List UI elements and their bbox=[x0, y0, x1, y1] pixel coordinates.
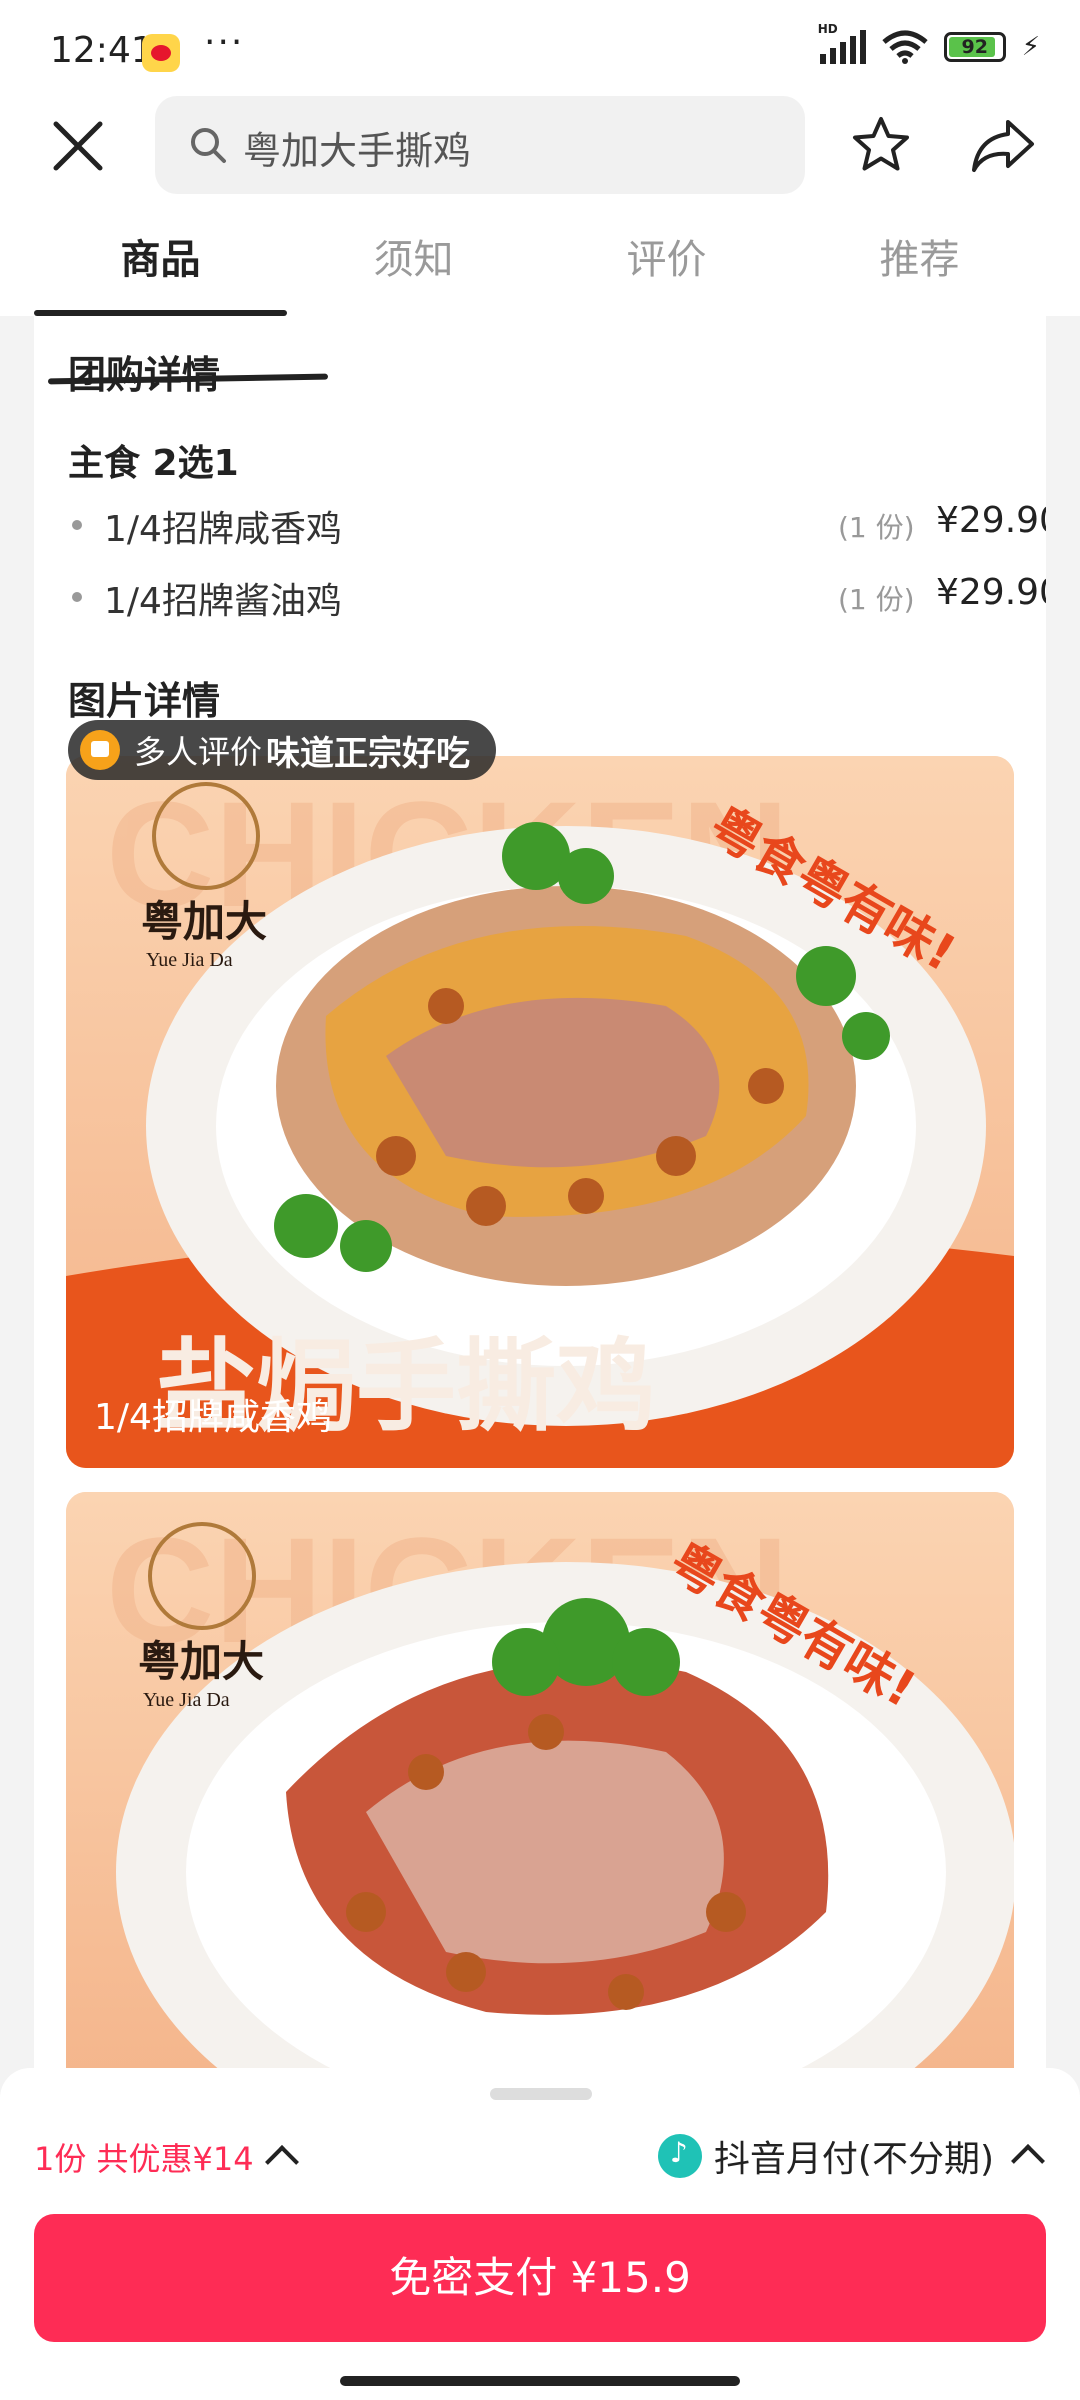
battery-icon: 92 bbox=[943, 32, 1006, 62]
status-time: 12:41 bbox=[50, 30, 154, 71]
weibo-notification-icon bbox=[142, 34, 180, 72]
item-qty: (1 份) bbox=[838, 511, 915, 544]
photo-detail-title: 图片详情 bbox=[68, 679, 221, 723]
item-price: ¥29.90 bbox=[936, 500, 1046, 541]
search-query: 粤加大手撕鸡 bbox=[243, 129, 472, 173]
set-title: 主食 2选1 bbox=[68, 443, 239, 484]
more-notifications-icon: ··· bbox=[204, 22, 245, 63]
status-bar: 12:41 ··· HD 92 ⚡ bbox=[0, 0, 1080, 96]
top-header: 粤加大手撕鸡 bbox=[0, 96, 1080, 206]
brand-name-en: Yue Jia Da bbox=[143, 1689, 230, 1711]
food-image: CHICKEN 粤加大 Yue Jia Da 粤食粤有味! bbox=[66, 1492, 1014, 2096]
bullet-icon bbox=[72, 592, 82, 602]
status-icons: HD 92 ⚡ bbox=[818, 22, 1040, 64]
payment-method-selector[interactable]: 抖音月付(不分期) bbox=[657, 2130, 1045, 2182]
search-icon bbox=[191, 128, 226, 163]
search-input[interactable]: 粤加大手撕鸡 bbox=[155, 96, 805, 194]
close-icon[interactable] bbox=[48, 116, 108, 176]
wifi-icon bbox=[882, 30, 928, 64]
review-badge-value: 味道正宗好吃 bbox=[266, 733, 471, 774]
checkout-bar: 1份 共优惠¥14 抖音月付(不分期) 免密支付 ¥15.9 bbox=[0, 2068, 1080, 2400]
product-photo[interactable]: CHICKEN 粤加大 Yue Jia Da 粤食粤有味! 盐焗手撕鸡 1/4招… bbox=[66, 756, 1014, 1468]
share-icon[interactable] bbox=[970, 114, 1036, 176]
payment-method-label: 抖音月付(不分期) bbox=[713, 2139, 994, 2180]
item-name: 1/4招牌咸香鸡 bbox=[104, 509, 342, 550]
detail-tabs: 商品 须知 评价 推荐 bbox=[0, 206, 1080, 316]
photo-caption: 1/4招牌咸香鸡 bbox=[94, 1397, 332, 1438]
tab-products[interactable]: 商品 bbox=[34, 206, 287, 316]
drag-handle[interactable] bbox=[490, 2088, 592, 2100]
review-highlight-badge[interactable]: 多人评价 味道正宗好吃 bbox=[68, 720, 497, 780]
pay-button[interactable]: 免密支付 ¥15.9 bbox=[34, 2214, 1046, 2342]
item-price: ¥29.90 bbox=[936, 572, 1046, 613]
charging-icon: ⚡ bbox=[1021, 32, 1040, 62]
favorite-star-icon[interactable] bbox=[850, 114, 912, 176]
brand-name: 粤加大 bbox=[138, 1639, 264, 1686]
content-card: 团购详情 主食 2选1 1/4招牌咸香鸡 (1 份) ¥29.90 1/4招牌酱… bbox=[34, 316, 1046, 2096]
product-photo[interactable]: CHICKEN 粤加大 Yue Jia Da 粤食粤有味! bbox=[66, 1492, 1014, 2096]
chevron-up-icon bbox=[264, 2145, 299, 2179]
item-qty: (1 份) bbox=[838, 583, 915, 616]
list-item: 1/4招牌酱油鸡 (1 份) ¥29.90 bbox=[68, 566, 1046, 630]
review-badge-label: 多人评价 bbox=[134, 733, 263, 771]
tab-reviews[interactable]: 评价 bbox=[540, 206, 793, 316]
tab-notice[interactable]: 须知 bbox=[287, 206, 540, 316]
discount-text: 1份 共优惠¥14 bbox=[34, 2140, 254, 2178]
discount-summary[interactable]: 1份 共优惠¥14 bbox=[34, 2134, 299, 2180]
food-image: CHICKEN 粤加大 Yue Jia Da 粤食粤有味! 盐焗手撕鸡 bbox=[66, 756, 1014, 1468]
list-item: 1/4招牌咸香鸡 (1 份) ¥29.90 bbox=[68, 494, 1046, 558]
chevron-up-icon bbox=[1011, 2144, 1045, 2178]
bullet-icon bbox=[72, 520, 82, 530]
douyin-pay-icon bbox=[657, 2134, 702, 2178]
home-indicator[interactable] bbox=[340, 2376, 740, 2386]
tab-recommend[interactable]: 推荐 bbox=[793, 206, 1046, 316]
group-detail-title: 团购详情 bbox=[68, 353, 221, 397]
network-type: HD bbox=[817, 22, 838, 36]
comment-icon bbox=[80, 730, 120, 770]
battery-level: 92 bbox=[961, 36, 988, 58]
item-name: 1/4招牌酱油鸡 bbox=[104, 581, 342, 622]
brand-name-en: Yue Jia Da bbox=[146, 949, 233, 971]
brand-name: 粤加大 bbox=[141, 899, 267, 946]
signal-icon: HD bbox=[818, 22, 866, 64]
